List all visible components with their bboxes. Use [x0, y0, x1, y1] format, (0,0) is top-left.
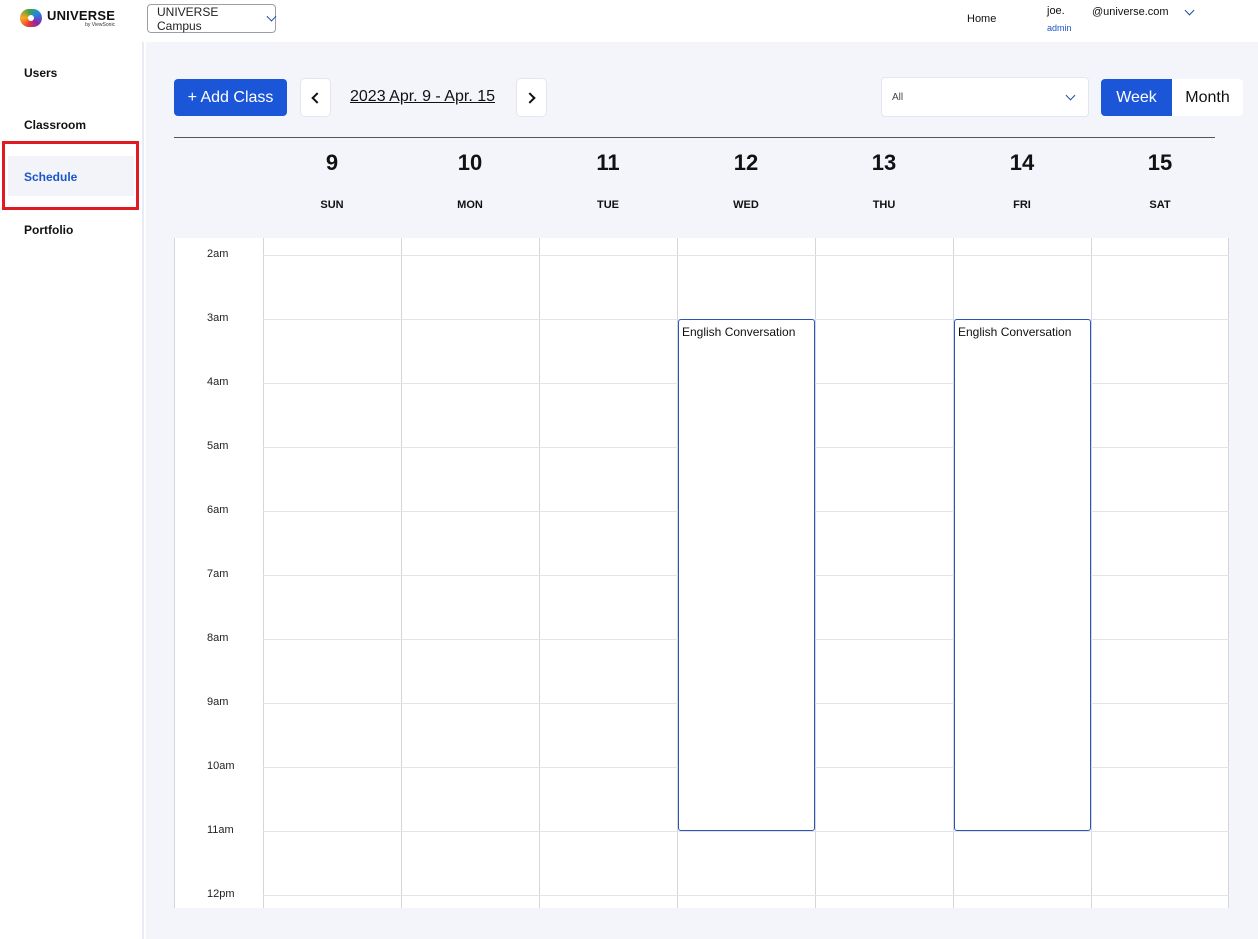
- sidebar-item-users[interactable]: Users: [24, 66, 57, 80]
- time-label: 5am: [207, 440, 229, 452]
- day-header-sun: 9 SUN: [263, 150, 401, 211]
- day-name: WED: [733, 199, 759, 211]
- chevron-right-icon: [524, 91, 536, 104]
- day-header-fri: 14 FRI: [953, 150, 1091, 211]
- date-range-label[interactable]: 2023 Apr. 9 - Apr. 15: [350, 88, 495, 106]
- time-label: 8am: [207, 632, 229, 644]
- chevron-left-icon: [311, 91, 323, 104]
- logo-subtitle: by ViewSonic: [85, 21, 116, 28]
- time-label: 6am: [207, 504, 229, 516]
- chevron-down-icon: [266, 11, 277, 22]
- class-filter-select[interactable]: All: [881, 77, 1089, 117]
- grid-column-line: [815, 238, 816, 908]
- user-info[interactable]: joe. admin: [1047, 5, 1072, 33]
- time-label: 9am: [207, 696, 229, 708]
- time-label: 10am: [207, 760, 235, 772]
- universe-logo[interactable]: UNIVERSE by ViewSonic: [20, 7, 115, 29]
- grid-column-line: [539, 238, 540, 908]
- header-divider: [174, 137, 1215, 138]
- time-label: 4am: [207, 376, 229, 388]
- day-number: 14: [1009, 150, 1035, 175]
- day-header-thu: 13 THU: [815, 150, 953, 211]
- day-name: SUN: [320, 199, 344, 211]
- day-name: TUE: [597, 199, 619, 211]
- logo-name: UNIVERSE: [47, 7, 116, 23]
- main-content: + Add Class 2023 Apr. 9 - Apr. 15 All We…: [146, 42, 1258, 939]
- grid-hour-line: [263, 895, 1229, 896]
- day-name: FRI: [1013, 199, 1031, 211]
- day-name: SAT: [1149, 199, 1171, 211]
- user-email[interactable]: @universe.com: [1092, 6, 1169, 18]
- user-name: joe.: [1047, 5, 1065, 17]
- next-week-button[interactable]: [517, 79, 546, 116]
- time-label: 3am: [207, 312, 229, 324]
- grid-column-line: [174, 238, 175, 908]
- day-number: 11: [596, 150, 620, 175]
- day-name: THU: [872, 199, 896, 211]
- campus-select-value: UNIVERSE Campus: [157, 4, 219, 33]
- user-menu-chevron-down-icon[interactable]: [1184, 5, 1195, 16]
- day-number: 10: [457, 150, 483, 175]
- sidebar-item-classroom[interactable]: Classroom: [24, 118, 86, 132]
- sidebar-item-portfolio[interactable]: Portfolio: [24, 223, 73, 237]
- day-header-mon: 10 MON: [401, 150, 539, 211]
- grid-column-line: [263, 238, 264, 908]
- day-number: 13: [871, 150, 897, 175]
- day-number: 9: [325, 150, 339, 175]
- campus-select[interactable]: UNIVERSE Campus: [147, 4, 277, 33]
- event-title: English Conversation: [682, 325, 796, 339]
- grid-hour-line: [263, 831, 1229, 832]
- month-view-button[interactable]: Month: [1172, 79, 1243, 116]
- calendar-grid[interactable]: 2am 3am 4am 5am 6am 7am 8am 9am 10am 11a…: [174, 238, 1229, 908]
- user-role: admin: [1047, 23, 1072, 33]
- add-class-button[interactable]: + Add Class: [174, 79, 287, 116]
- day-header-wed: 12 WED: [677, 150, 815, 211]
- view-toggle: Week Month: [1101, 79, 1243, 116]
- universe-logo-icon: [20, 9, 42, 27]
- day-name: MON: [457, 199, 483, 211]
- grid-column-line: [401, 238, 402, 908]
- event-english-conversation-fri[interactable]: English Conversation: [954, 319, 1091, 831]
- class-filter-value: All: [892, 91, 904, 103]
- nav-home-link[interactable]: Home: [967, 13, 996, 25]
- time-label: 12pm: [207, 888, 235, 900]
- sidebar: Users Classroom Schedule Portfolio: [0, 42, 144, 939]
- top-bar: UNIVERSE by ViewSonic UNIVERSE Campus Ho…: [0, 0, 1258, 42]
- time-label: 7am: [207, 568, 229, 580]
- day-header-tue: 11 TUE: [539, 150, 677, 211]
- chevron-down-icon: [1065, 90, 1076, 101]
- prev-week-button[interactable]: [301, 79, 330, 116]
- day-number: 15: [1147, 150, 1173, 175]
- time-label: 11am: [207, 824, 234, 836]
- week-view-button[interactable]: Week: [1101, 79, 1172, 116]
- day-number: 12: [733, 150, 759, 175]
- time-label: 2am: [207, 248, 229, 260]
- grid-column-line: [1091, 238, 1092, 908]
- event-english-conversation-wed[interactable]: English Conversation: [678, 319, 815, 831]
- grid-column-line: [1228, 238, 1229, 908]
- day-header-sat: 15 SAT: [1091, 150, 1229, 211]
- grid-hour-line: [263, 255, 1229, 256]
- highlight-box: [2, 141, 139, 210]
- event-title: English Conversation: [958, 325, 1072, 339]
